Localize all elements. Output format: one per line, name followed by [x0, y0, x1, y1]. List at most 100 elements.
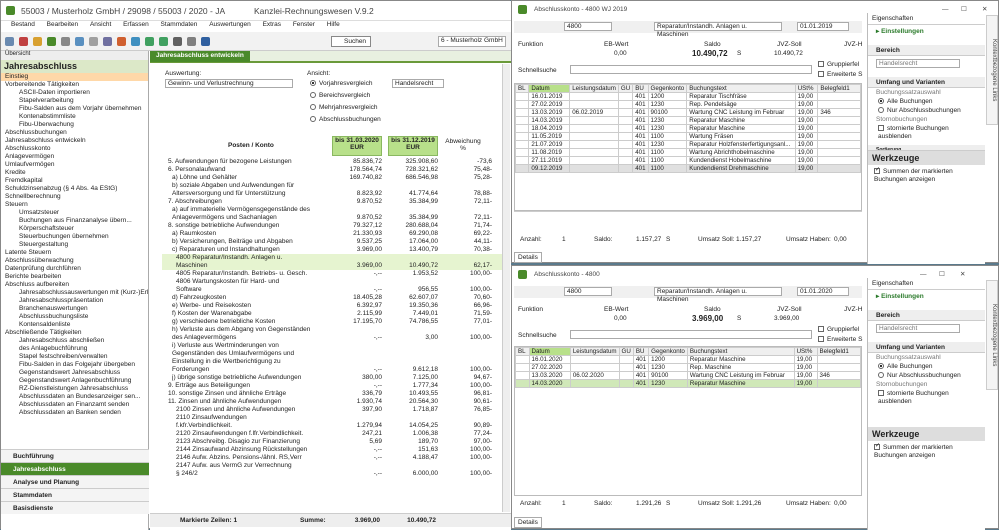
report-row[interactable]: a) Raumkosten 21.330,93 69.290,08 69,22- [162, 230, 502, 238]
sidebar-tree-item[interactable]: Abschlussdaten an Finanzamt senden [1, 401, 148, 409]
w2-col-header[interactable]: BL [515, 347, 530, 356]
w1-radio-alle[interactable]: Alle Buchungen [868, 97, 985, 106]
sidebar-tree-item[interactable]: Fibu-Salden in das Folgejahr übergeben [1, 361, 148, 369]
w1-booking-row[interactable]: 16.01.2019 401 1200 Reparatur Tischfräse 19,… [515, 92, 861, 101]
sidebar-tree-item[interactable]: Kontenabstimmliste [1, 113, 148, 121]
sidebar-tree-item[interactable]: Steuergestaltung [1, 241, 148, 249]
report-row[interactable]: a) auf immaterielle Vermögensgegenstände… [162, 206, 502, 214]
report-row[interactable]: 10. sonstige Zinsen und ähnliche Erträge… [162, 390, 502, 398]
sidebar-tree-item[interactable]: Abschließende Tätigkeiten [1, 329, 148, 337]
folder-icon[interactable] [33, 37, 42, 46]
wrench-icon[interactable] [145, 37, 154, 46]
report-row[interactable]: 4805 Reparatur/Instandh. Betriebs- u. Ge… [162, 270, 502, 278]
report-row[interactable]: f.kfr.Verbindlichkeit. 1.279,94 14.054,25 9… [162, 422, 502, 430]
w2-booking-row[interactable]: 16.01.2020 401 1200 Reparatur Maschine 19,00 [515, 355, 861, 364]
menu-bearbeiten[interactable]: Bearbeiten [47, 21, 78, 28]
chart-icon[interactable] [117, 37, 126, 46]
w2-details-tab[interactable]: Details [514, 517, 542, 528]
w1-booking-row[interactable]: 14.03.2019 401 1230 Reparatur Maschine 19,00 [515, 116, 861, 125]
sidebar-tree-item[interactable]: Einstieg [1, 73, 148, 81]
w2-chk-gruppierfeld[interactable]: Gruppierfel [818, 326, 859, 333]
report-row[interactable]: b) soziale Abgaben und Aufwendungen für [162, 182, 502, 190]
sidebar-tree-item[interactable]: Steuerbuchungen übernehmen [1, 233, 148, 241]
refresh-icon[interactable] [47, 37, 56, 46]
report-row[interactable]: 4800 Reparatur/Instandh. Anlagen u. [162, 254, 502, 262]
sidebar-tree-item[interactable]: des Anlagebuchführung [1, 345, 148, 353]
w2-radio-nur-abschluss[interactable]: Nur Abschlussbuchungen [868, 371, 985, 380]
nav-analyse[interactable]: Analyse und Planung [1, 475, 149, 488]
search-button[interactable]: Suchen [331, 36, 371, 47]
w1-booking-row[interactable]: 27.02.2019 401 1230 Rep. Pendelsäge 19,00 [515, 100, 861, 109]
radio-mehrjahresvergleich[interactable]: Mehrjahresvergleich [310, 104, 378, 111]
report-row[interactable]: i) Verluste aus Wertminderungen von [162, 342, 502, 350]
menu-bestand[interactable]: Bestand [11, 21, 35, 28]
tab-jahresabschluss-entwickeln[interactable]: Jahresabschluss entwickeln [150, 51, 250, 62]
nav-buchfuehrung[interactable]: Buchführung [1, 449, 149, 462]
radio-bereichsvergleich[interactable]: Bereichsvergleich [310, 92, 370, 99]
report-row[interactable]: a) Löhne und Gehälter 169.740,82 686.546,9… [162, 174, 502, 182]
report-row[interactable]: des Anlagevermögens -,-- 3,00 100,00- [162, 334, 502, 342]
sidebar-tree-item[interactable]: Berichte bearbeiten [1, 273, 148, 281]
w1-booking-row[interactable]: 21.07.2019 401 1230 Reparatur Holzfensterfe… [515, 140, 861, 149]
report-row[interactable]: 8. sonstige betriebliche Aufwendungen 79.… [162, 222, 502, 230]
w1-chk-erweitert[interactable]: Erweiterte S [818, 71, 862, 78]
report-row[interactable]: f) Kosten der Warenabgabe 2.115,99 7.449,0… [162, 310, 502, 318]
grid-icon[interactable] [173, 37, 182, 46]
sidebar-tree-item[interactable]: Branchenauswertungen [1, 305, 148, 313]
report-row[interactable]: 2123 Abschreibg. Disagio zur Finanzierun… [162, 438, 502, 446]
calc-icon[interactable] [131, 37, 140, 46]
sidebar-tree-item[interactable]: Abschlussüberwachung [1, 257, 148, 265]
sidebar-tree-item[interactable]: Abschlussdaten an Bundesanzeiger sen... [1, 393, 148, 401]
report-row[interactable]: 6. Personalaufwand 178.564,74 728.321,62 75… [162, 166, 502, 174]
sidebar-tree-item[interactable]: Stapel festschreiben/verwalten [1, 353, 148, 361]
w2-booking-row[interactable]: 14.03.2020 401 1230 Reparatur Maschine 19,00 [515, 379, 861, 388]
col-bis-2020[interactable]: bis 31.03.2020 EUR [332, 136, 382, 156]
sidebar-tree-item[interactable]: Datenprüfung durchführen [1, 265, 148, 273]
close-icon[interactable] [19, 37, 28, 46]
sidebar-tree-item[interactable]: Vorbereitende Tätigkeiten [1, 81, 148, 89]
w2-col-header[interactable]: BU [632, 347, 650, 356]
sidebar-tree-item[interactable]: Umlaufvermögen [1, 161, 148, 169]
report-row[interactable]: § 246/2 -,-- 6.000,00 100,00- [162, 470, 502, 478]
print-icon[interactable] [61, 37, 70, 46]
w1-booking-row[interactable]: 18.04.2019 401 1230 Reparatur Maschine 19,00 [515, 124, 861, 133]
client-select[interactable]: 6 - Musterholz GmbH [438, 36, 506, 47]
report-row[interactable]: Altersversorgung und für Unterstützung 8.… [162, 190, 502, 198]
w2-col-header[interactable]: Datum [528, 347, 571, 356]
report-row[interactable]: 2147 Aufw. aus VermG zur Verrechnung [162, 462, 502, 470]
w1-booking-row[interactable]: 11.08.2019 401 1100 Wartung Abrichthobelmas… [515, 148, 861, 157]
sidebar-tree-item[interactable]: Stapelverarbeitung [1, 97, 148, 105]
sidebar-tree-item[interactable]: Gegenstandswert Anlagenbuchführung [1, 377, 148, 385]
w2-col-header[interactable]: Leistungsdatum [569, 347, 620, 356]
sidebar-tree-item[interactable]: Jahresabschlussauswertungen mit (Kurz-)E… [1, 289, 148, 297]
menu-extras[interactable]: Extras [263, 21, 281, 28]
w2-kontext-links-tab[interactable]: Kontextbezogene Links [986, 280, 998, 390]
w2-col-header[interactable]: Gegenkonto [648, 347, 688, 356]
w2-col-header[interactable]: GU [618, 347, 634, 356]
sidebar-tree-item[interactable]: Gegenstandswert Jahresabschluss [1, 369, 148, 377]
report-row[interactable]: 7. Abschreibungen 9.870,52 35.384,99 72,11- [162, 198, 502, 206]
nav-stammdaten[interactable]: Stammdaten [1, 488, 149, 501]
sidebar-tree-item[interactable]: Körperschaftsteuer [1, 225, 148, 233]
sidebar-tree-item[interactable]: Latente Steuern [1, 249, 148, 257]
sidebar-tree-item[interactable]: Fremdkapital [1, 177, 148, 185]
content-scrollbar[interactable] [502, 64, 510, 512]
menu-stammdaten[interactable]: Stammdaten [161, 21, 198, 28]
w2-einstellungen-link[interactable]: ▸ Einstellungen [868, 290, 985, 302]
report-row[interactable]: Forderungen -,-- 9.612,18 100,00- [162, 366, 502, 374]
report-row[interactable]: h) Verluste aus dem Abgang von Gegenstän… [162, 326, 502, 334]
open-icon[interactable] [5, 37, 14, 46]
w2-col-header[interactable]: Belegfeld1 [816, 347, 861, 356]
menu-hilfe[interactable]: Hilfe [327, 21, 340, 28]
report-row[interactable]: 2100 Zinsen und ähnliche Aufwendungen 397… [162, 406, 502, 414]
report-row[interactable]: Einstellung in die Wertberichtigung zu [162, 358, 502, 366]
sidebar-tree-item[interactable]: ASCII-Daten importieren [1, 89, 148, 97]
recht-select[interactable]: Handelsrecht [392, 79, 444, 88]
mail-icon[interactable] [75, 37, 84, 46]
w1-chk-summen[interactable]: Summen der markierten Buchungen anzeigen [868, 165, 985, 187]
auswertung-select[interactable]: Gewinn- und Verlustrechnung [165, 79, 293, 88]
report-row[interactable]: Maschinen 3.969,00 10.490,72 62,17- [162, 262, 502, 270]
w1-booking-row[interactable]: 27.11.2019 401 1100 Kundendienst Hobelmasch… [515, 156, 861, 165]
report-row[interactable]: 5. Aufwendungen für bezogene Leistungen 8… [162, 158, 502, 166]
w2-col-header[interactable]: Buchungstext [686, 347, 795, 356]
